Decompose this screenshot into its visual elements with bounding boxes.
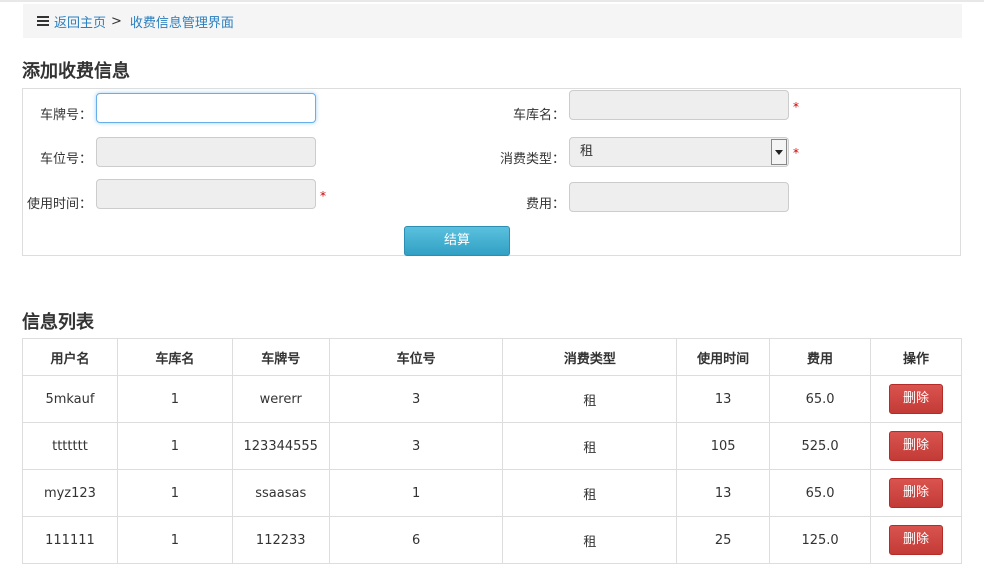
cell-fee: 65.0 xyxy=(769,469,871,517)
delete-button[interactable]: 删除 xyxy=(889,525,943,555)
fee-input[interactable] xyxy=(569,182,789,212)
consume-type-select[interactable]: 租 xyxy=(569,137,789,167)
cell-space: 3 xyxy=(328,422,504,470)
header-time: 使用时间 xyxy=(676,338,771,376)
calculate-button[interactable]: 结算 xyxy=(404,226,510,256)
delete-button[interactable]: 删除 xyxy=(889,384,943,414)
info-table: 用户名 车库名 车牌号 车位号 消费类型 使用时间 费用 操作 5mkauf 1… xyxy=(22,338,962,564)
delete-button[interactable]: 删除 xyxy=(889,431,943,461)
garage-label: 车库名： xyxy=(512,108,565,123)
cell-consume-type: 租 xyxy=(502,469,678,517)
table-header-row: 用户名 车库名 车牌号 车位号 消费类型 使用时间 费用 操作 xyxy=(22,338,962,376)
cell-time: 13 xyxy=(676,375,771,423)
cell-garage: 1 xyxy=(116,469,233,517)
cell-space: 1 xyxy=(328,469,504,517)
garage-required-mark: * xyxy=(793,100,799,114)
cell-time: 105 xyxy=(676,422,771,470)
add-fee-title: 添加收费信息 xyxy=(22,61,130,82)
consume-type-label: 消费类型： xyxy=(499,152,565,167)
cell-action: 删除 xyxy=(870,516,962,564)
cell-plate: 123344555 xyxy=(231,422,330,470)
cell-garage: 1 xyxy=(116,422,233,470)
breadcrumb-separator: > xyxy=(111,13,122,29)
time-label: 使用时间： xyxy=(26,197,92,212)
space-label: 车位号： xyxy=(39,152,92,167)
cell-action: 删除 xyxy=(870,375,962,423)
cell-username: 111111 xyxy=(22,516,118,564)
cell-consume-type: 租 xyxy=(502,375,678,423)
cell-time: 13 xyxy=(676,469,771,517)
header-space: 车位号 xyxy=(328,338,504,376)
consume-type-value: 租 xyxy=(580,144,594,159)
cell-plate: ssaasas xyxy=(231,469,330,517)
breadcrumb-current[interactable]: 收费信息管理界面 xyxy=(130,12,234,31)
cell-username: myz123 xyxy=(22,469,118,517)
cell-fee: 125.0 xyxy=(769,516,871,564)
header-plate: 车牌号 xyxy=(231,338,330,376)
breadcrumb: 返回主页 > 收费信息管理界面 xyxy=(23,4,962,38)
header-username: 用户名 xyxy=(22,338,118,376)
chevron-down-icon[interactable] xyxy=(771,139,787,165)
header-garage: 车库名 xyxy=(116,338,233,376)
cell-space: 6 xyxy=(328,516,504,564)
breadcrumb-home-link[interactable]: 返回主页 xyxy=(54,12,106,31)
top-border xyxy=(0,0,984,2)
time-required-mark: * xyxy=(320,189,326,203)
header-consume-type: 消费类型 xyxy=(502,338,678,376)
table-row: 5mkauf 1 wererr 3 租 13 65.0 删除 xyxy=(22,375,962,423)
cell-garage: 1 xyxy=(116,375,233,423)
plate-input[interactable] xyxy=(96,93,316,123)
table-row: ttttttt 1 123344555 3 租 105 525.0 删除 xyxy=(22,422,962,470)
table-row: 111111 1 112233 6 租 25 125.0 删除 xyxy=(22,516,962,564)
header-fee: 费用 xyxy=(769,338,871,376)
space-input[interactable] xyxy=(96,137,316,167)
header-action: 操作 xyxy=(870,338,962,376)
plate-label: 车牌号： xyxy=(39,108,92,123)
cell-plate: wererr xyxy=(231,375,330,423)
cell-fee: 65.0 xyxy=(769,375,871,423)
info-list-title: 信息列表 xyxy=(22,312,94,333)
time-input[interactable] xyxy=(96,179,316,209)
cell-username: ttttttt xyxy=(22,422,118,470)
cell-plate: 112233 xyxy=(231,516,330,564)
cell-action: 删除 xyxy=(870,422,962,470)
delete-button[interactable]: 删除 xyxy=(889,478,943,508)
cell-username: 5mkauf xyxy=(22,375,118,423)
cell-consume-type: 租 xyxy=(502,422,678,470)
garage-input[interactable] xyxy=(569,90,789,120)
consume-type-required-mark: * xyxy=(793,146,799,160)
cell-garage: 1 xyxy=(116,516,233,564)
fee-label: 费用： xyxy=(525,197,565,212)
table-row: myz123 1 ssaasas 1 租 13 65.0 删除 xyxy=(22,469,962,517)
list-icon xyxy=(37,16,49,26)
cell-action: 删除 xyxy=(870,469,962,517)
cell-space: 3 xyxy=(328,375,504,423)
cell-time: 25 xyxy=(676,516,771,564)
cell-fee: 525.0 xyxy=(769,422,871,470)
cell-consume-type: 租 xyxy=(502,516,678,564)
